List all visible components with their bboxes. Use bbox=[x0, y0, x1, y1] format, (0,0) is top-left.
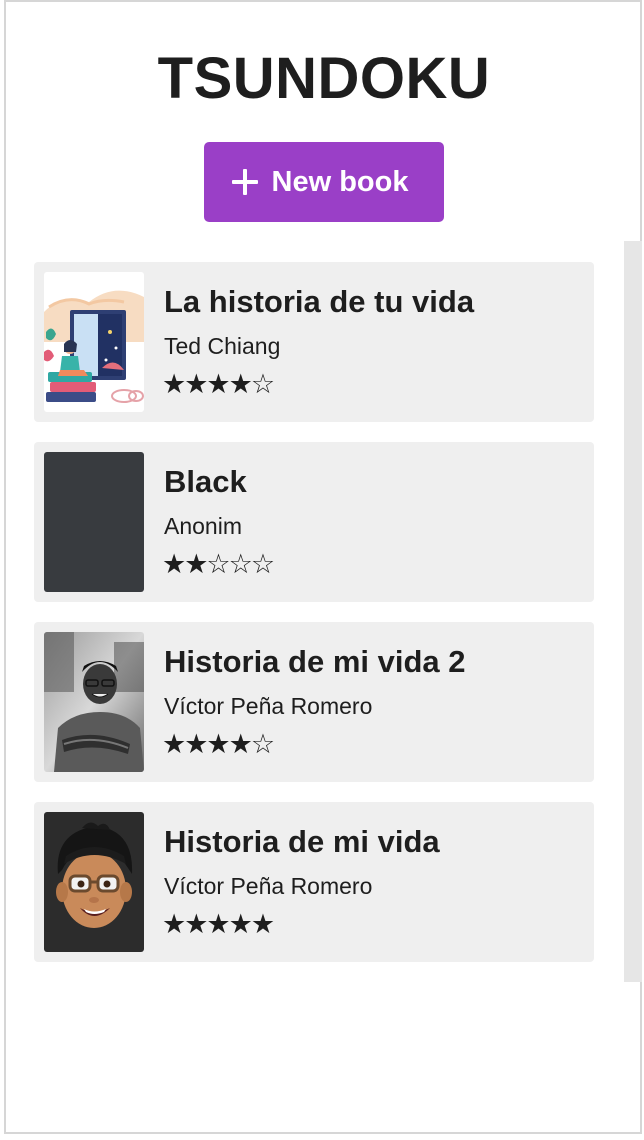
book-card[interactable]: La historia de tu vida Ted Chiang ★★★★☆ bbox=[34, 262, 594, 422]
book-card[interactable]: Historia de mi vida Víctor Peña Romero ★… bbox=[34, 802, 594, 962]
book-title: Historia de mi vida bbox=[164, 824, 440, 859]
book-author: Anonim bbox=[164, 513, 242, 539]
rating-stars: ★★★★☆ bbox=[162, 729, 275, 760]
page-title: TSUNDOKU bbox=[157, 46, 491, 111]
book-cover-solid bbox=[44, 452, 144, 592]
new-book-label: New book bbox=[271, 165, 409, 198]
rating-stars: ★★★★★ bbox=[162, 909, 275, 940]
book-title: Black bbox=[164, 464, 247, 499]
book-cover-photo bbox=[44, 632, 144, 772]
rating-stars: ★★★★☆ bbox=[162, 369, 275, 400]
scrollbar[interactable] bbox=[624, 241, 642, 982]
book-card[interactable]: Historia de mi vida 2 Víctor Peña Romero… bbox=[34, 622, 594, 782]
book-list: La historia de tu vida Ted Chiang ★★★★☆ … bbox=[34, 262, 594, 982]
book-cover-illustration bbox=[44, 272, 144, 412]
book-author: Víctor Peña Romero bbox=[164, 693, 373, 719]
new-book-button[interactable]: New book bbox=[204, 142, 444, 222]
book-author: Ted Chiang bbox=[164, 333, 281, 359]
book-author: Víctor Peña Romero bbox=[164, 873, 373, 899]
plus-icon bbox=[231, 169, 258, 195]
book-cover-avatar bbox=[44, 812, 144, 952]
book-card[interactable]: Black Anonim ★★☆☆☆ bbox=[34, 442, 594, 602]
book-title: La historia de tu vida bbox=[164, 284, 475, 319]
rating-stars: ★★☆☆☆ bbox=[162, 549, 275, 580]
book-title: Historia de mi vida 2 bbox=[164, 644, 466, 679]
